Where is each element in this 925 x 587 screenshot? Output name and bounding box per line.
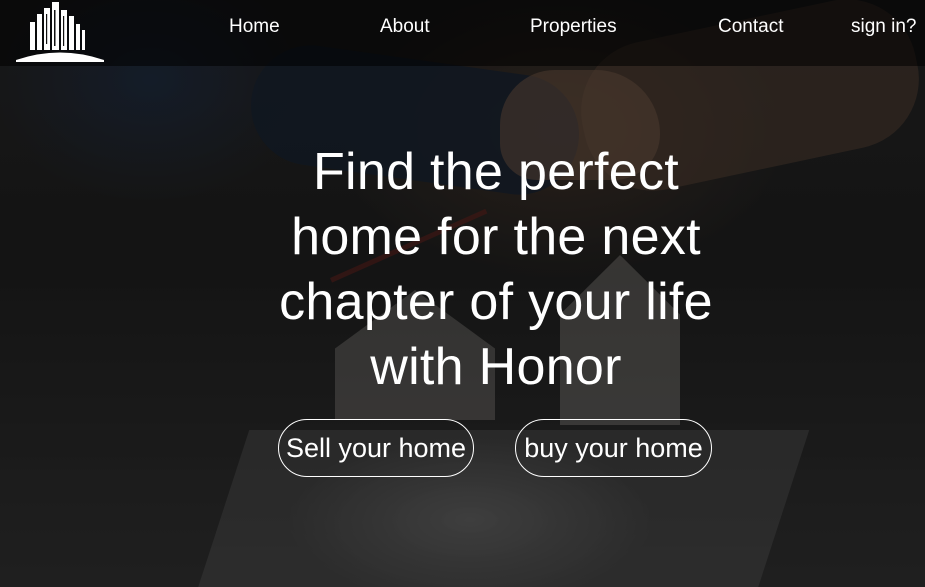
nav-contact-link[interactable]: Contact <box>718 16 783 38</box>
sell-home-button[interactable]: Sell your home <box>278 419 474 477</box>
city-buildings-icon <box>16 2 104 62</box>
nav-about-link[interactable]: About <box>380 16 430 38</box>
hero-title: Find the perfect home for the next chapt… <box>230 140 762 400</box>
nav-home-link[interactable]: Home <box>229 16 280 38</box>
buy-home-button[interactable]: buy your home <box>515 419 712 477</box>
nav-properties-link[interactable]: Properties <box>530 16 617 38</box>
signin-link[interactable]: sign in? <box>851 16 917 38</box>
logo-link[interactable] <box>14 0 106 62</box>
hero-title-line: chapter of your life <box>279 273 713 331</box>
hero-title-line: with Honor <box>370 338 622 396</box>
top-navbar: Home About Properties Contact sign in? <box>0 0 925 66</box>
hero-title-line: Find the perfect <box>312 143 680 201</box>
hero-title-line: home for the next <box>291 208 701 266</box>
